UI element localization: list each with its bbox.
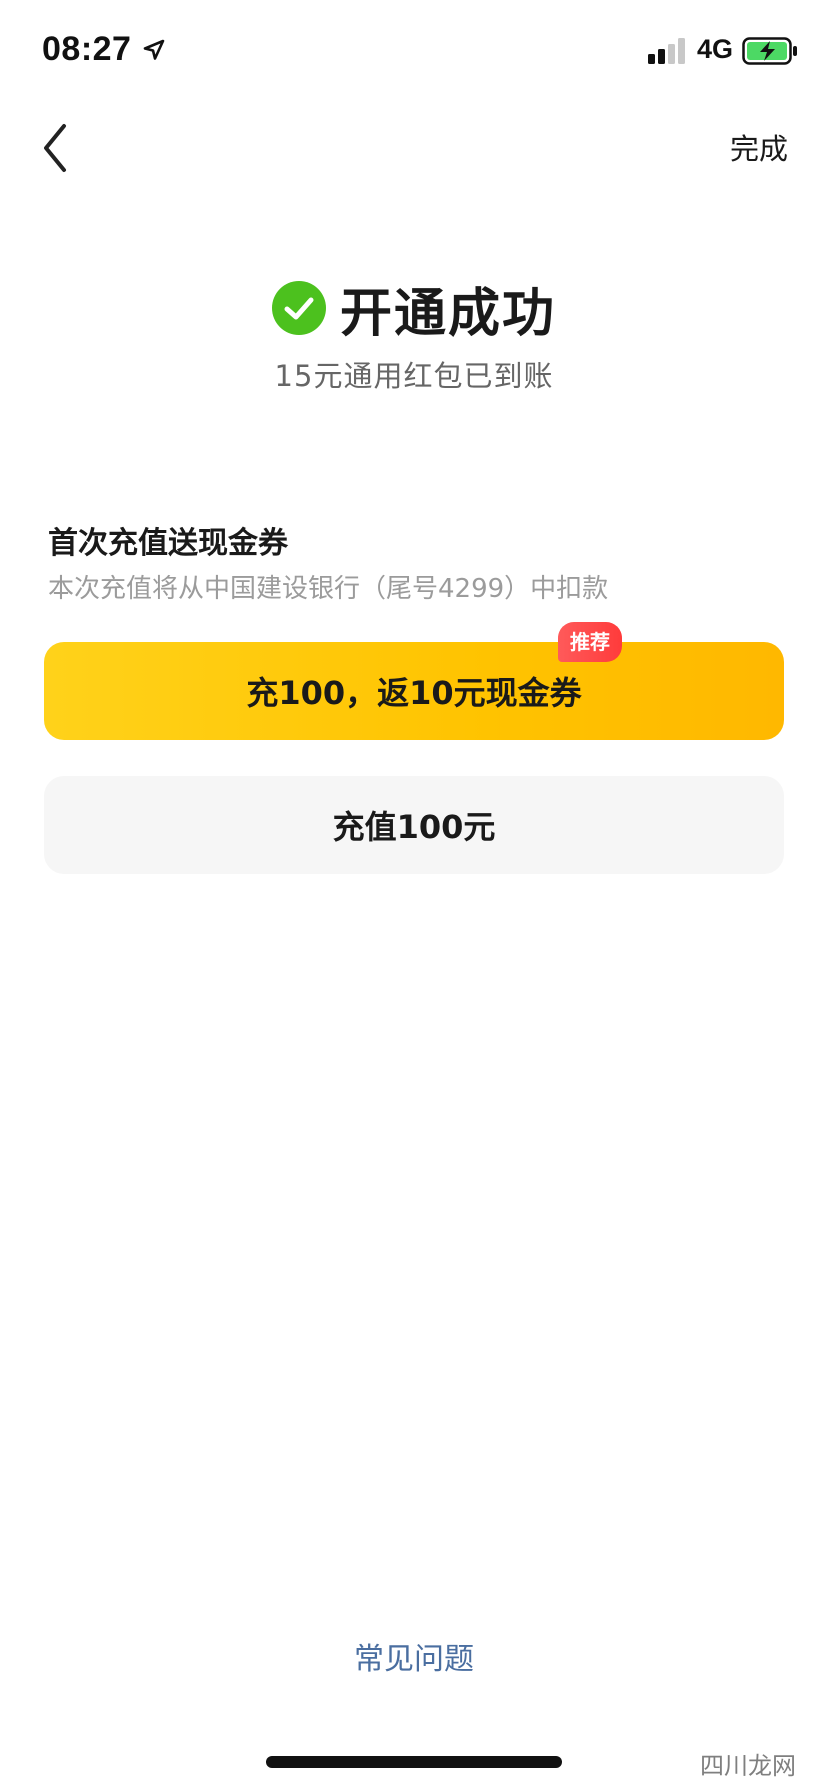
- home-indicator[interactable]: [266, 1756, 562, 1768]
- recharge-option-label: 充值100元: [332, 808, 496, 846]
- status-bar: 08:27 4G: [0, 0, 828, 100]
- recharge-title: 首次充值送现金券: [48, 526, 288, 561]
- signal-bars-icon: [648, 38, 685, 64]
- success-subtitle: 15元通用红包已到账: [274, 359, 554, 393]
- recharge-option-label: 充100，返10元现金券: [246, 674, 582, 712]
- chevron-left-icon: [44, 124, 66, 172]
- recommend-badge: 推荐: [558, 622, 622, 662]
- done-button[interactable]: 完成: [730, 126, 788, 168]
- recharge-option-bonus-button[interactable]: 充100，返10元现金券: [44, 642, 784, 740]
- success-header: 开通成功: [0, 272, 828, 344]
- watermark: 四川龙网: [700, 1752, 796, 1780]
- recharge-description: 本次充值将从中国建设银行（尾号4299）中扣款: [48, 574, 609, 604]
- back-button[interactable]: [32, 118, 82, 178]
- location-arrow-icon: [143, 39, 165, 60]
- recharge-option-plain-button[interactable]: 充值100元: [44, 776, 784, 874]
- battery-charging-icon: [742, 37, 797, 65]
- network-label: 4G: [697, 34, 734, 64]
- success-title: 开通成功: [339, 283, 556, 344]
- status-time: 08:27: [42, 30, 132, 68]
- check-circle-icon: [271, 281, 326, 335]
- faq-link[interactable]: 常见问题: [0, 1634, 828, 1678]
